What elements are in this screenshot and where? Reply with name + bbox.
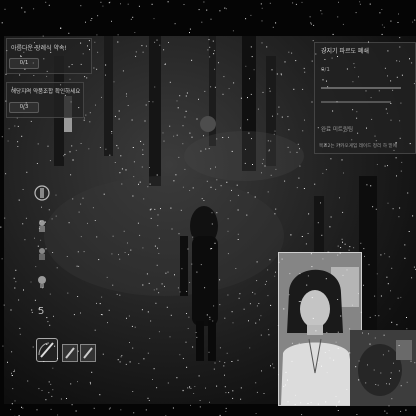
sword-skill-icon: [38, 342, 54, 358]
mount-icon[interactable]: [36, 274, 48, 288]
skill-slot-1[interactable]: [36, 338, 58, 362]
quest-progress-2: 0/3: [9, 102, 39, 113]
secondary-camera: [350, 330, 416, 406]
tracker-divider-1: [321, 87, 401, 89]
tracker-divider-2: [321, 101, 391, 103]
pet-icon[interactable]: [36, 246, 48, 260]
tracker-header: 강지기 파르도 폐쇄: [321, 48, 369, 55]
quest-title-2: 해당지역 약품조합 확인하세요: [11, 89, 81, 95]
tracker-line-5: 목표2는 카카오게임 레이드 정리 하 밑에: [319, 144, 397, 149]
quest-tracker-right[interactable]: 강지기 파르도 폐쇄 0/1 완료 미트링팀 목표2는 카카오게임 레이드 정리…: [314, 42, 416, 154]
room-scene: [350, 330, 416, 406]
quest-panel-2[interactable]: 해당지역 약품조합 확인하세요 0/3: [6, 82, 84, 118]
quest-panel-1[interactable]: 아름다운 장례식 약속! 0/1: [6, 38, 92, 74]
skill-slot-2[interactable]: [62, 344, 78, 362]
streamer-figure: [279, 253, 361, 405]
tracker-line-4: 완료 미트링팀: [321, 127, 354, 133]
companion-icon[interactable]: [36, 218, 48, 232]
potion-icon: [65, 347, 75, 359]
skill-slot-3[interactable]: [80, 344, 96, 362]
warrior-icon[interactable]: [34, 184, 50, 202]
stream-frame: 아름다운 장례식 약속! 0/1 해당지역 약품조합 확인하세요 0/3 강지기…: [0, 0, 416, 416]
quest-title-1: 아름다운 장례식 약속!: [11, 45, 67, 52]
tracker-line-1: 0/1: [321, 67, 330, 73]
dagger-icon: [83, 347, 93, 359]
quest-progress-1: 0/1: [9, 58, 39, 69]
skill-count-label: 5: [38, 306, 45, 317]
